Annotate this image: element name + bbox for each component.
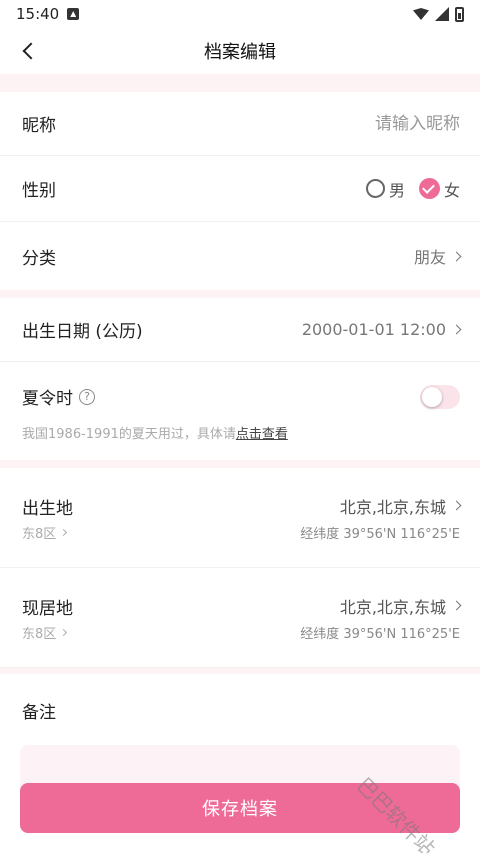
birthplace-left: 出生地 东8区: [22, 494, 73, 542]
birth-date-value: 2000-01-01 12:00: [301, 320, 446, 339]
category-label: 分类: [22, 248, 56, 269]
residence-place: 北京,北京,东城: [339, 597, 446, 617]
nav-bar: 档案编辑: [0, 28, 480, 74]
dst-note-link[interactable]: 点击查看: [236, 427, 288, 442]
birthplace-row[interactable]: 出生地 东8区 北京,北京,东城 经纬度 39°56'N 116°25'E: [0, 468, 480, 568]
section-divider: [0, 460, 480, 468]
gender-label: 性别: [22, 181, 56, 201]
dst-section: 夏令时 ? 我国1986-1991的夏天用过，具体请点击查看: [0, 362, 480, 460]
nickname-input[interactable]: [300, 113, 460, 134]
wifi-icon: [413, 8, 429, 20]
section-divider: [0, 290, 480, 298]
birthplace-timezone-wrap[interactable]: 东8区: [22, 523, 73, 542]
section-divider: [0, 74, 480, 92]
dst-note: 我国1986-1991的夏天用过，具体请点击查看: [22, 423, 460, 442]
help-icon[interactable]: ?: [79, 388, 95, 405]
residence-timezone-wrap[interactable]: 东8区: [22, 623, 73, 642]
battery-icon: [455, 6, 464, 22]
category-value: 朋友: [413, 248, 446, 267]
category-value-wrap: 朋友: [413, 244, 462, 268]
birthplace-place-wrap: 北京,北京,东城: [300, 494, 462, 518]
gender-option-female[interactable]: 女: [418, 177, 460, 201]
dst-toggle[interactable]: [420, 384, 460, 409]
category-row[interactable]: 分类 朋友: [0, 222, 480, 290]
chevron-right-icon: [451, 324, 462, 335]
gender-option-label: 男: [388, 180, 405, 200]
chevron-right-icon: [60, 528, 68, 536]
dst-note-text: 我国1986-1991的夏天用过，具体请: [22, 427, 236, 442]
birthplace-right: 北京,北京,东城 经纬度 39°56'N 116°25'E: [300, 494, 462, 542]
save-button[interactable]: 保存档案: [20, 783, 460, 833]
nickname-row: 昵称: [0, 92, 480, 156]
chevron-right-icon: [60, 628, 68, 636]
birthplace-place: 北京,北京,东城: [339, 497, 446, 517]
chevron-right-icon: [451, 600, 462, 611]
residence-row[interactable]: 现居地 东8区 北京,北京,东城 经纬度 39°56'N 116°25'E: [0, 568, 480, 668]
gender-option-male[interactable]: 男: [365, 177, 405, 201]
birth-date-label: 出生日期 (公历): [22, 322, 143, 342]
birth-date-row[interactable]: 出生日期 (公历) 2000-01-01 12:00: [0, 298, 480, 362]
status-time: 15:40: [16, 5, 60, 23]
dst-top: 夏令时 ?: [22, 384, 460, 409]
residence-place-wrap: 北京,北京,东城: [300, 594, 462, 618]
page-title: 档案编辑: [204, 42, 276, 63]
gender-options: 男 女: [365, 177, 460, 201]
status-bar: 15:40: [0, 0, 480, 28]
residence-left: 现居地 东8区: [22, 594, 73, 642]
dst-label-wrap: 夏令时 ?: [22, 384, 95, 409]
birthplace-label: 出生地: [22, 498, 73, 519]
gender-row: 性别 男 女: [0, 156, 480, 222]
gender-option-label: 女: [443, 180, 460, 200]
chevron-left-icon: [22, 42, 40, 60]
chevron-right-icon: [451, 251, 462, 261]
residence-timezone: 东8区: [22, 626, 57, 642]
nickname-label: 昵称: [22, 116, 56, 136]
signal-icon: [435, 7, 449, 21]
birthplace-timezone: 东8区: [22, 526, 57, 542]
residence-right: 北京,北京,东城 经纬度 39°56'N 116°25'E: [300, 594, 462, 642]
back-button[interactable]: [14, 36, 44, 66]
birthplace-coords: 经纬度 39°56'N 116°25'E: [300, 526, 460, 542]
radio-unchecked-icon: [365, 179, 385, 198]
radio-checked-icon: [418, 178, 440, 199]
residence-coords: 经纬度 39°56'N 116°25'E: [300, 626, 460, 642]
residence-label: 现居地: [22, 598, 73, 619]
birth-date-value-wrap: 2000-01-01 12:00: [301, 320, 462, 339]
chevron-right-icon: [451, 500, 462, 511]
remark-label: 备注: [22, 703, 56, 723]
status-left: 15:40: [16, 5, 80, 23]
dst-label: 夏令时: [22, 389, 73, 409]
status-right: [413, 6, 464, 22]
notification-icon: [67, 8, 80, 20]
